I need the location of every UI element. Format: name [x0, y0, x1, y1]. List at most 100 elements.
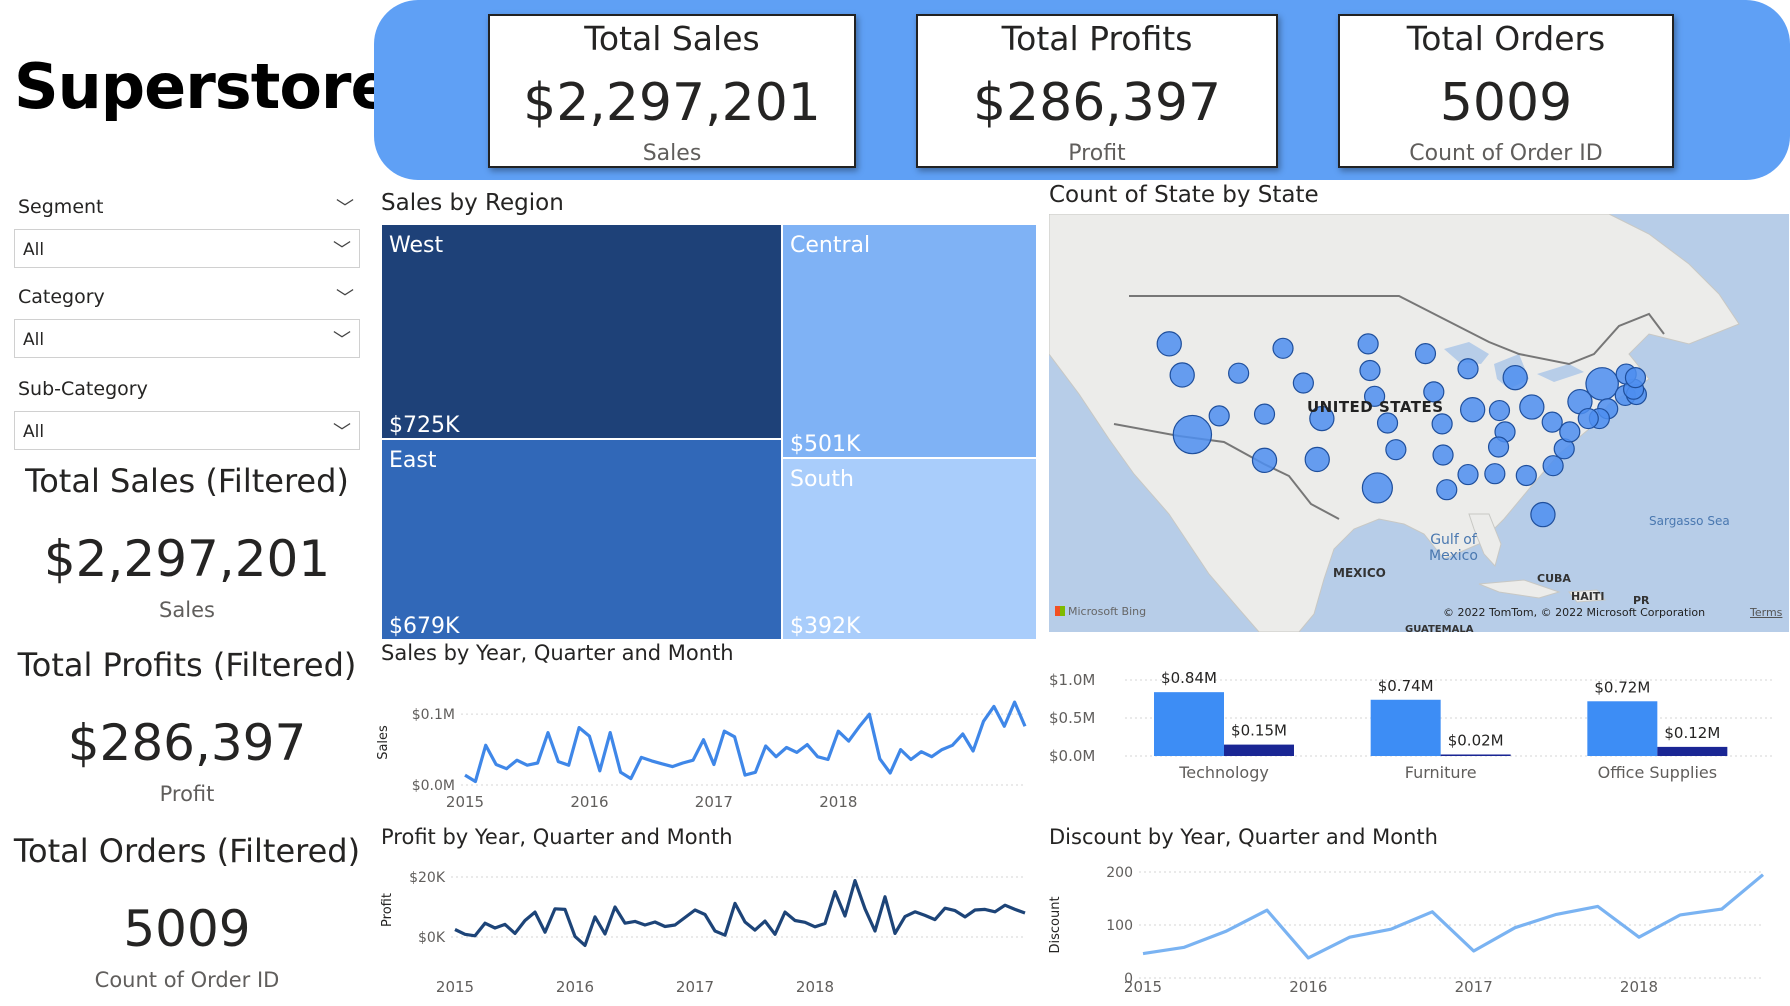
series-line[interactable] [454, 879, 1026, 948]
map-label-sargasso: Sargasso Sea [1649, 514, 1730, 528]
state-bubble[interactable] [1519, 394, 1545, 420]
x-tick-label: 2017 [1455, 978, 1493, 996]
map-label-cuba: CUBA [1537, 572, 1571, 585]
state-bubble[interactable] [1542, 455, 1564, 477]
state-bubble[interactable] [1172, 414, 1213, 455]
x-tick-label: 2018 [1620, 978, 1658, 996]
state-bubble[interactable] [1559, 421, 1581, 443]
state-bubble[interactable] [1251, 447, 1278, 474]
tile-value: $501K [790, 432, 861, 457]
tile-name: South [790, 467, 854, 492]
treemap-tile-central[interactable]: Central $501K [783, 225, 1036, 457]
slicer-title-segment: Segment [18, 196, 104, 218]
app-title: Superstore [14, 50, 393, 123]
bar-data-label: $0.74M [1378, 677, 1434, 695]
bar[interactable] [1440, 754, 1511, 756]
state-bubble[interactable] [1272, 337, 1294, 359]
filtered-profits-value: $286,397 [67, 714, 307, 772]
state-bubble[interactable] [1431, 413, 1453, 435]
tile-value: $679K [389, 614, 460, 639]
bar[interactable] [1370, 699, 1441, 756]
state-bubble[interactable] [1585, 367, 1619, 401]
state-bubble[interactable] [1359, 359, 1381, 382]
state-bubble[interactable] [1292, 372, 1314, 394]
bar[interactable] [1224, 744, 1294, 756]
state-bubble[interactable] [1357, 333, 1379, 355]
state-bubble[interactable] [1156, 331, 1182, 357]
kpi-value: 5009 [1439, 73, 1573, 133]
kpi-banner: Total Sales $2,297,201 Sales Total Profi… [374, 0, 1790, 180]
filtered-profits-subtitle: Profit [159, 782, 215, 806]
state-bubble[interactable] [1169, 362, 1195, 388]
state-bubble[interactable] [1515, 464, 1537, 487]
bar[interactable] [1657, 746, 1728, 756]
state-bubble[interactable] [1385, 439, 1407, 461]
map-label-mexico: MEXICO [1333, 566, 1386, 580]
slicer-dropdown-segment[interactable]: All ﹀ [14, 229, 360, 268]
state-bubble[interactable] [1502, 364, 1528, 391]
x-tick-label: 2015 [446, 793, 484, 810]
state-bubble[interactable] [1376, 412, 1399, 434]
state-bubble[interactable] [1208, 405, 1230, 427]
slicer-dropdown-category[interactable]: All ﹀ [14, 319, 360, 358]
y-tick-label: $0.5M [1049, 709, 1095, 727]
kpi-value: $2,297,201 [523, 73, 821, 133]
sales-line-title: Sales by Year, Quarter and Month [381, 641, 734, 665]
state-bubble[interactable] [1414, 343, 1437, 365]
x-tick-label: 2016 [556, 978, 594, 996]
slicer-title-sub-category: Sub-Category [18, 378, 148, 400]
state-bubble[interactable] [1432, 444, 1454, 466]
y-tick-label: $0K [418, 930, 446, 946]
state-bubble[interactable] [1457, 358, 1479, 380]
y-tick-label: $1.0M [1049, 671, 1095, 689]
state-bubble[interactable] [1228, 362, 1250, 384]
bar-data-label: $0.12M [1664, 724, 1720, 742]
slicer-value: All [23, 422, 45, 442]
y-axis-label: Discount [1048, 896, 1063, 953]
state-bubble[interactable] [1484, 463, 1506, 485]
state-bubble[interactable] [1577, 407, 1599, 430]
state-bubble[interactable] [1487, 436, 1510, 458]
kpi-title: Total Orders [1406, 19, 1606, 58]
filtered-sales-value: $2,297,201 [43, 530, 331, 588]
state-bubble[interactable] [1624, 367, 1647, 389]
state-bubble[interactable] [1488, 399, 1511, 422]
x-tick-label: 2018 [796, 978, 834, 996]
slicer-dropdown-sub-category[interactable]: All ﹀ [14, 411, 360, 450]
series-line[interactable] [1142, 873, 1765, 960]
state-bubble[interactable] [1253, 403, 1276, 425]
tile-value: $725K [389, 413, 460, 438]
map-terms-link[interactable]: Terms [1750, 606, 1782, 619]
state-bubble[interactable] [1436, 479, 1458, 501]
state-bubble-map[interactable]: UNITED STATES MEXICO Gulf of Mexico Sarg… [1049, 214, 1789, 632]
state-bubble[interactable] [1457, 463, 1479, 486]
filtered-orders-value: 5009 [123, 900, 251, 958]
map-label-haiti: HAITI [1571, 590, 1605, 603]
slicer-value: All [23, 240, 45, 260]
bar[interactable] [1154, 692, 1224, 756]
treemap-tile-west[interactable]: West $725K [382, 225, 781, 438]
chevron-down-icon[interactable]: ﹀ [336, 284, 354, 310]
discount-line-title: Discount by Year, Quarter and Month [1049, 825, 1438, 849]
kpi-subtitle: Sales [642, 141, 702, 166]
state-bubble[interactable] [1304, 446, 1330, 473]
filtered-orders-title: Total Orders (Filtered) [13, 832, 361, 870]
kpi-card-total-profits: Total Profits $286,397 Profit [916, 14, 1278, 168]
sales-by-region-treemap: West $725K East $679K Central $501K Sout… [382, 225, 1036, 639]
sales-line-chart: $0.0M $0.1M Sales 2015 2016 2017 2018 [376, 700, 1027, 810]
state-bubble[interactable] [1361, 472, 1393, 504]
treemap-tile-east[interactable]: East $679K [382, 440, 781, 639]
treemap-tile-south[interactable]: South $392K [783, 459, 1036, 639]
x-tick-label: 2015 [436, 978, 474, 996]
bar[interactable] [1587, 701, 1658, 756]
state-bubble[interactable] [1459, 396, 1486, 423]
filtered-orders-subtitle: Count of Order ID [94, 968, 280, 992]
profit-line-title: Profit by Year, Quarter and Month [381, 825, 733, 849]
state-bubble[interactable] [1530, 501, 1556, 528]
chevron-down-icon[interactable]: ﹀ [336, 194, 354, 220]
state-bubble[interactable] [1541, 411, 1563, 433]
slicer-value: All [23, 330, 45, 350]
bar-data-label: $0.84M [1161, 669, 1217, 687]
map-title: Count of State by State [1049, 182, 1319, 208]
map-label-guatemala: GUATEMALA [1405, 624, 1474, 632]
